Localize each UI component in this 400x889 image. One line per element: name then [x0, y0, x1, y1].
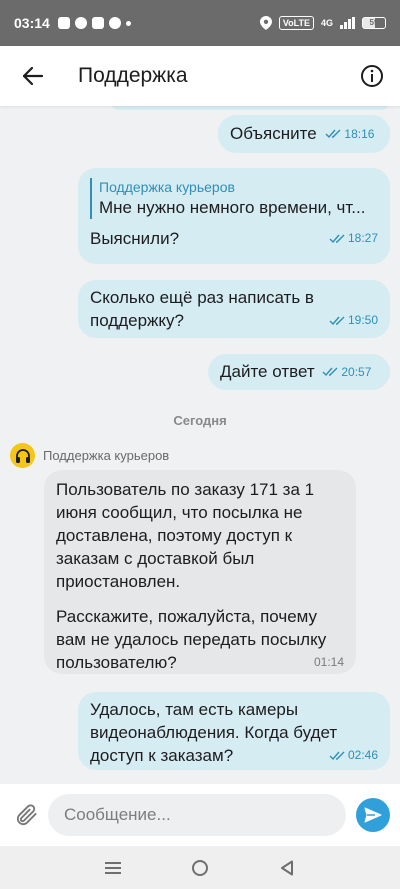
sender-name: Поддержка курьеров	[43, 448, 170, 463]
incoming-message[interactable]: Пользователь по заказу 171 за 1 июня соо…	[44, 470, 356, 674]
message-meta: 20:57	[322, 361, 371, 384]
back-nav-button[interactable]	[277, 858, 297, 878]
send-button[interactable]	[356, 798, 390, 832]
app-header: Поддержка	[0, 46, 400, 106]
chat-area[interactable]: Объясните 18:16 Поддержка курьеров Мне н…	[0, 106, 400, 784]
message-time: 18:27	[347, 231, 378, 245]
battery-icon: 59	[362, 17, 386, 29]
triangle-back-icon	[280, 860, 293, 875]
paperclip-icon[interactable]	[14, 802, 40, 828]
message-time: 18:16	[344, 126, 375, 141]
message-text-line: Удалось, там есть камеры	[90, 700, 299, 719]
home-button[interactable]	[190, 858, 210, 878]
circle-icon	[191, 859, 208, 876]
outgoing-message[interactable]: Сколько ещё раз написать в поддержку? 19…	[78, 280, 390, 338]
message-time: 02:46	[347, 748, 378, 762]
message-text-line: приостановлен.	[56, 572, 181, 591]
info-icon[interactable]	[360, 64, 384, 88]
more-notifications-icon	[125, 20, 131, 26]
battery-level: 59	[369, 18, 379, 27]
double-check-icon	[329, 316, 345, 325]
quoted-message[interactable]: Поддержка курьеров Мне нужно немного вре…	[90, 178, 378, 219]
message-input[interactable]: Сообщение...	[48, 794, 346, 836]
notification-icons	[57, 17, 131, 29]
menu-icon	[105, 861, 122, 874]
double-check-icon	[325, 129, 341, 139]
status-bar: 03:14 VoLTE 4G 59	[0, 0, 400, 46]
message-bubble-partial	[110, 106, 390, 110]
message-text: Объясните	[230, 124, 317, 143]
app-icon	[57, 17, 70, 29]
date-separator: Сегодня	[173, 413, 227, 428]
message-text-line: поддержку?	[90, 311, 184, 330]
message-text: Дайте ответ	[220, 362, 315, 381]
message-meta: 02:46	[329, 744, 378, 767]
headphones-icon	[15, 448, 30, 463]
recent-apps-button[interactable]	[103, 858, 123, 878]
arrow-left-icon	[23, 67, 43, 85]
message-time: 19:50	[347, 313, 378, 327]
network-type: 4G	[320, 18, 333, 28]
message-text-line: Пользователь по заказу 171 за 1	[56, 480, 315, 499]
message-text-line: доставлена, поэтому доступ к	[56, 526, 293, 545]
app-icon	[108, 17, 121, 29]
message-text-line: Расскажите, пожалуйста, почему	[56, 607, 318, 626]
outgoing-message-reply[interactable]: Поддержка курьеров Мне нужно немного вре…	[78, 168, 390, 264]
message-text-line: Сколько ещё раз написать в	[90, 288, 314, 307]
sender-label: Поддержка курьеров	[10, 443, 169, 468]
message-text-line: видеонаблюдения. Когда будет	[90, 723, 338, 742]
double-check-icon	[322, 367, 338, 377]
message-meta: 18:27	[329, 227, 378, 250]
message-time: 20:57	[341, 364, 372, 379]
quote-author: Поддержка курьеров	[99, 179, 235, 195]
back-button[interactable]	[16, 59, 50, 93]
message-text-line: июня сообщил, что посылка не	[56, 503, 303, 522]
message-text-line: заказам с доставкой был	[56, 549, 255, 568]
message-text-line: пользователю?	[56, 653, 177, 672]
app-icon	[91, 17, 104, 29]
double-check-icon	[329, 751, 345, 760]
outgoing-message[interactable]: Удалось, там есть камеры видеонаблюдения…	[78, 692, 390, 770]
message-composer: Сообщение...	[0, 784, 400, 846]
message-input-placeholder: Сообщение...	[64, 805, 171, 824]
system-nav-bar	[0, 846, 400, 889]
message-time: 01:14	[313, 655, 344, 669]
message-meta: 18:16	[325, 123, 374, 146]
outgoing-message[interactable]: Дайте ответ 20:57	[208, 354, 390, 390]
location-icon	[259, 16, 272, 30]
page-title: Поддержка	[78, 64, 188, 87]
facebook-icon	[74, 17, 87, 29]
volte-badge: VoLTE	[278, 16, 314, 30]
message-text-line: доступ к заказам?	[90, 746, 234, 765]
send-icon	[364, 807, 382, 823]
avatar	[10, 443, 35, 468]
quote-text: Мне нужно немного времени, чт...	[99, 198, 366, 217]
clock: 03:14	[14, 15, 50, 31]
signal-icon	[340, 17, 355, 29]
message-meta: 19:50	[329, 309, 378, 332]
outgoing-message[interactable]: Объясните 18:16	[218, 115, 390, 153]
message-text-line: вам не удалось передать посылку	[56, 630, 327, 649]
message-text: Выяснили?	[90, 229, 180, 248]
double-check-icon	[329, 234, 345, 243]
